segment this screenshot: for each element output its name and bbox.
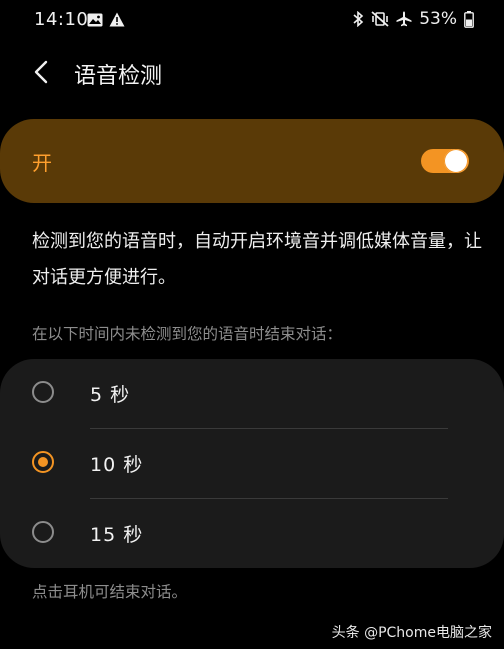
master-toggle[interactable]	[421, 147, 469, 175]
battery-icon	[464, 10, 474, 28]
master-switch-label: 开	[32, 151, 52, 175]
watermark: 头条 @PChome电脑之家	[331, 625, 492, 641]
option-label: 10 秒	[90, 454, 144, 476]
vibrate-mute-icon	[371, 11, 389, 27]
battery-percent: 53%	[419, 9, 457, 29]
image-icon	[87, 12, 103, 27]
bluetooth-icon	[352, 11, 364, 27]
airplane-icon	[396, 11, 412, 27]
alert-triangle-icon	[109, 12, 125, 27]
radio-button-selected[interactable]	[32, 451, 54, 473]
option-label: 15 秒	[90, 524, 144, 546]
status-bar: 14:10 53%	[0, 0, 504, 40]
timeout-section-label: 在以下时间内未检测到您的语音时结束对话：	[32, 325, 343, 343]
feature-description: 检测到您的语音时，自动开启环境音并调低媒体音量，让对话更方便进行。	[32, 231, 482, 288]
app-header: 语音检测	[0, 48, 504, 98]
toggle-thumb	[444, 149, 468, 173]
page-title: 语音检测	[74, 64, 163, 89]
master-switch-row[interactable]: 开	[0, 119, 504, 203]
status-time: 14:10	[34, 9, 89, 30]
timeout-options-list: 5 秒 10 秒 15 秒	[0, 359, 504, 568]
chevron-left-icon[interactable]	[28, 58, 56, 86]
timeout-option-5s[interactable]: 5 秒	[0, 359, 504, 429]
option-label: 5 秒	[90, 384, 131, 406]
radio-button[interactable]	[32, 381, 54, 403]
timeout-option-10s[interactable]: 10 秒	[0, 429, 504, 499]
radio-button[interactable]	[32, 521, 54, 543]
footnote: 点击耳机可结束对话。	[32, 583, 188, 601]
timeout-option-15s[interactable]: 15 秒	[0, 499, 504, 569]
